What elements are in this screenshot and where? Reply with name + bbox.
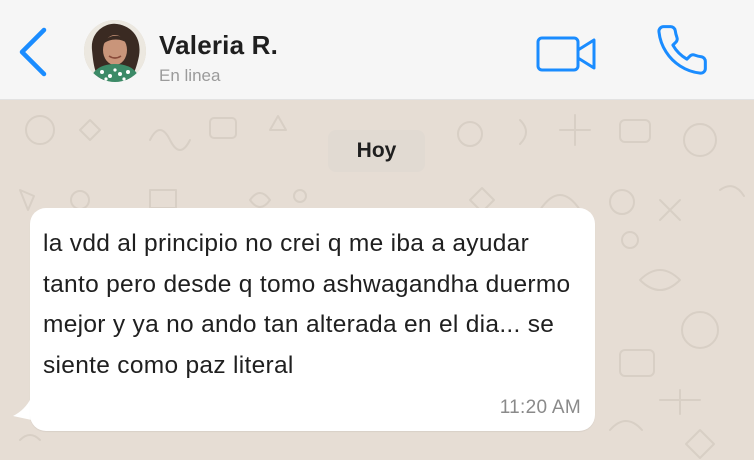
phone-icon [657, 25, 707, 75]
voice-call-button[interactable] [652, 22, 712, 78]
contact-name[interactable]: Valeria R. [159, 30, 278, 61]
date-separator: Hoy [328, 130, 425, 172]
message-timestamp: 11:20 AM [499, 397, 581, 418]
chevron-left-icon [19, 27, 47, 77]
incoming-message-bubble[interactable]: la vdd al principio no crei q me iba a a… [30, 208, 595, 431]
contact-avatar[interactable] [84, 20, 146, 82]
video-call-button[interactable] [534, 34, 600, 74]
chat-header: Valeria R. En linea [0, 0, 754, 100]
message-text: la vdd al principio no crei q me iba a a… [43, 230, 571, 379]
video-camera-icon [536, 36, 596, 72]
chat-area[interactable]: Hoy la vdd al principio no crei q me iba… [0, 100, 754, 460]
contact-status: En linea [159, 66, 221, 85]
back-button[interactable] [10, 24, 56, 80]
